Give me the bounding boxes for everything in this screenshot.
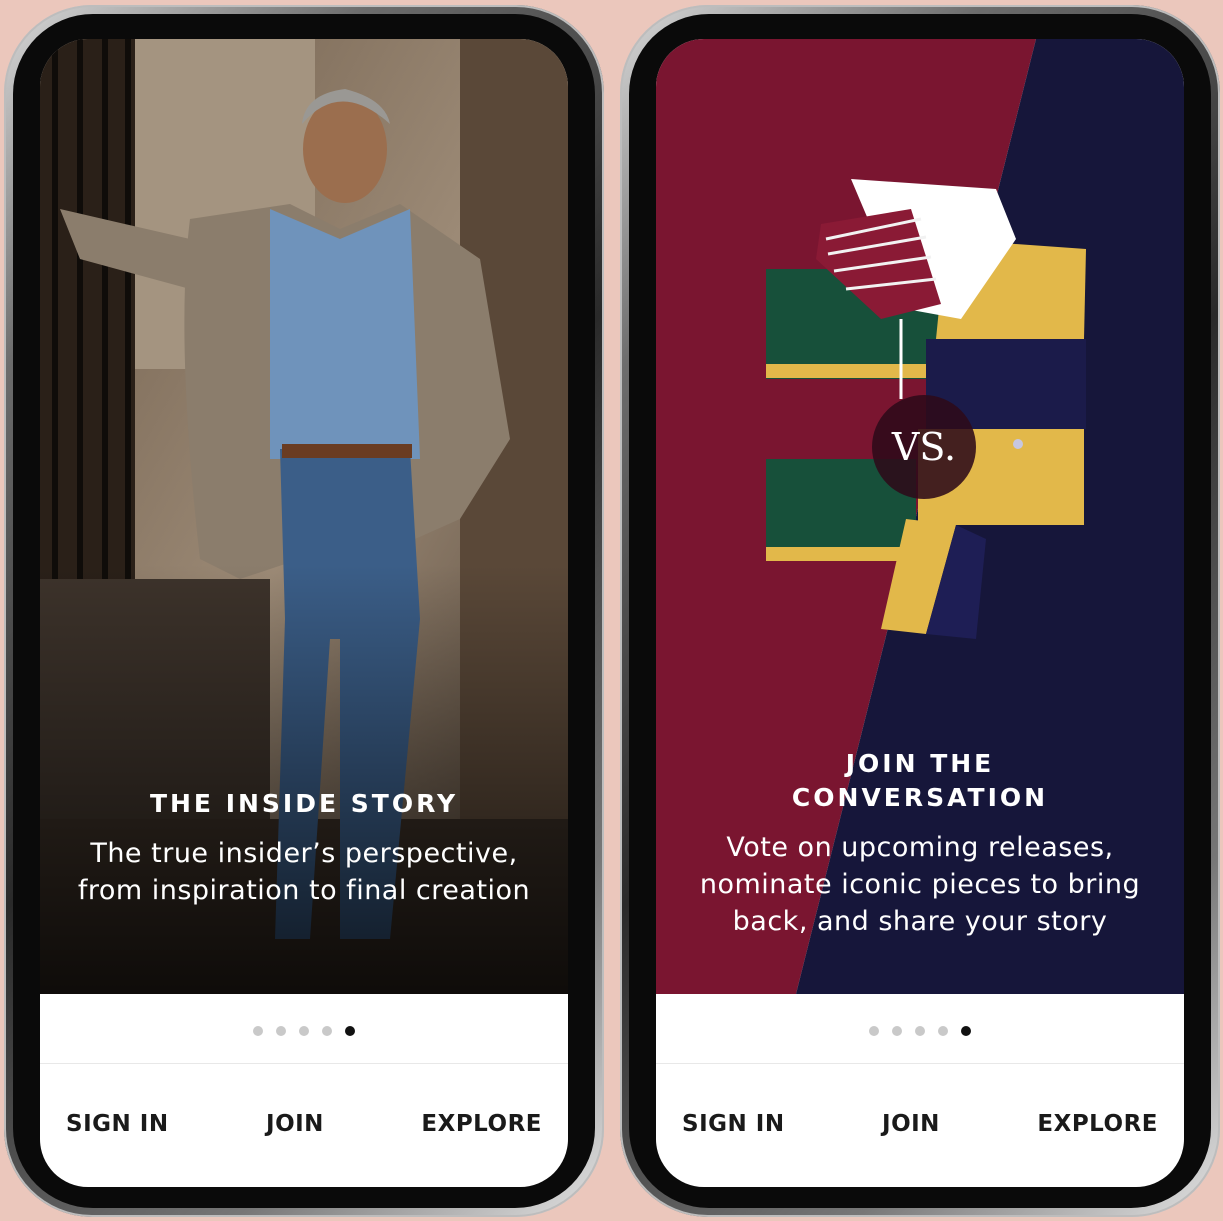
divider [40,1063,568,1064]
phone-frame-right: VS. JOIN THE CONVERSATION Vote on upcomi… [620,5,1220,1217]
screen-inside-story: THE INSIDE STORY The true insider’s pers… [40,39,568,1187]
pagination-dot[interactable] [938,1026,948,1036]
pagination-dot[interactable] [869,1026,879,1036]
page-description: Vote on upcoming releases, nominate icon… [699,832,1141,937]
sign-in-button[interactable]: SIGN IN [682,1111,785,1137]
sign-in-button[interactable]: SIGN IN [66,1111,169,1137]
pagination-dot[interactable] [253,1026,263,1036]
bottom-nav: SIGN IN JOIN EXPLORE [656,1111,1184,1137]
pagination-dot-active[interactable] [961,1026,971,1036]
versus-badge: VS. [872,395,976,499]
explore-button[interactable]: EXPLORE [1037,1111,1158,1137]
screen-join-conversation: VS. JOIN THE CONVERSATION Vote on upcomi… [656,39,1184,1187]
pagination-dot[interactable] [276,1026,286,1036]
pagination-dot[interactable] [915,1026,925,1036]
caption-block: THE INSIDE STORY The true insider’s pers… [40,787,568,909]
join-button[interactable]: JOIN [882,1111,940,1137]
explore-button[interactable]: EXPLORE [421,1111,542,1137]
pagination-dots [40,1026,568,1036]
pagination-dots [656,1026,1184,1036]
pagination-dot[interactable] [299,1026,309,1036]
phone-frame-left: THE INSIDE STORY The true insider’s pers… [4,5,604,1217]
pagination-dot[interactable] [892,1026,902,1036]
pagination-dot-active[interactable] [345,1026,355,1036]
page-description: The true insider’s perspective, from ins… [77,838,531,906]
page-title: THE INSIDE STORY [149,789,459,818]
divider [656,1063,1184,1064]
page-title: JOIN THE CONVERSATION [791,749,1049,812]
caption-block: JOIN THE CONVERSATION Vote on upcoming r… [656,747,1184,940]
bottom-nav: SIGN IN JOIN EXPLORE [40,1111,568,1137]
pagination-dot[interactable] [322,1026,332,1036]
join-button[interactable]: JOIN [266,1111,324,1137]
